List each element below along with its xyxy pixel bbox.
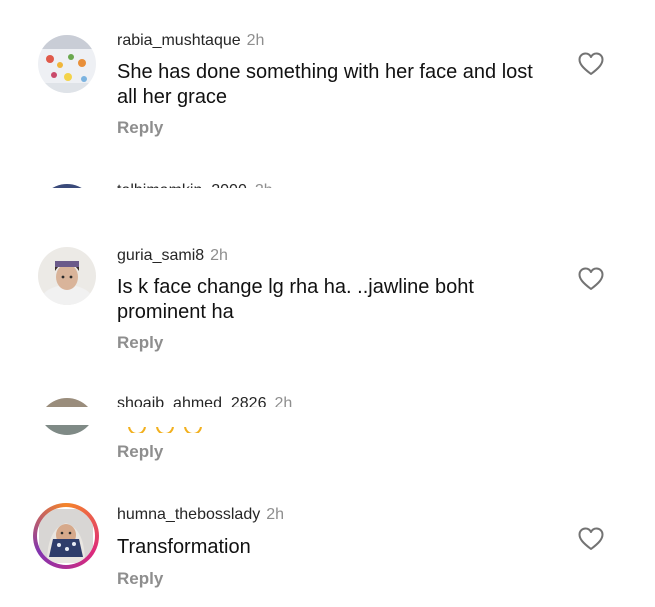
reply-button[interactable]: Reply — [117, 333, 163, 353]
timestamp: 2h — [274, 395, 293, 407]
comment-text: She has done something with her face and… — [117, 61, 533, 108]
emoji-icon — [184, 427, 202, 433]
reply-button[interactable]: Reply — [117, 118, 163, 138]
emoji-row — [128, 427, 218, 433]
heart-outline-icon[interactable] — [578, 527, 604, 551]
reply-button[interactable]: Reply — [117, 569, 163, 589]
clipped-username: talhimamkin_2000 2h — [117, 182, 273, 188]
clipped-username: shoaib_ahmed_2826 2h — [117, 395, 292, 407]
username[interactable]: guria_sami8 — [117, 247, 204, 264]
comment-meta: humna_thebosslady 2h — [117, 505, 284, 525]
avatar — [37, 507, 95, 565]
timestamp: 2h — [266, 506, 285, 523]
avatar-with-story-ring[interactable] — [33, 503, 99, 569]
comment-text: Transformation — [117, 536, 251, 558]
clipped-comment: talhimamkin_2000 2h — [0, 178, 655, 188]
clipped-comment-bottom — [0, 425, 655, 437]
heart-outline-icon[interactable] — [578, 52, 604, 76]
username[interactable]: humna_thebosslady — [117, 506, 260, 523]
avatar[interactable] — [38, 247, 96, 305]
timestamp: 2h — [255, 182, 273, 188]
avatar — [38, 184, 96, 188]
heart-outline-icon[interactable] — [578, 267, 604, 291]
avatar[interactable] — [38, 35, 96, 93]
comment-meta: guria_sami8 2h — [117, 246, 228, 266]
avatar — [38, 398, 96, 407]
username: shoaib_ahmed_2826 — [117, 395, 267, 407]
emoji-icon — [156, 427, 174, 433]
comment-text: Is k face change lg rha ha. ..jawline bo… — [117, 276, 474, 323]
reply-button[interactable]: Reply — [117, 442, 163, 462]
avatar — [38, 425, 96, 435]
comment-meta: rabia_mushtaque 2h — [117, 31, 264, 51]
emoji-icon — [128, 427, 146, 433]
timestamp: 2h — [210, 247, 228, 264]
username[interactable]: rabia_mushtaque — [117, 32, 241, 49]
timestamp: 2h — [246, 32, 265, 49]
username: talhimamkin_2000 — [117, 182, 247, 188]
clipped-comment: shoaib_ahmed_2826 2h — [0, 393, 655, 407]
